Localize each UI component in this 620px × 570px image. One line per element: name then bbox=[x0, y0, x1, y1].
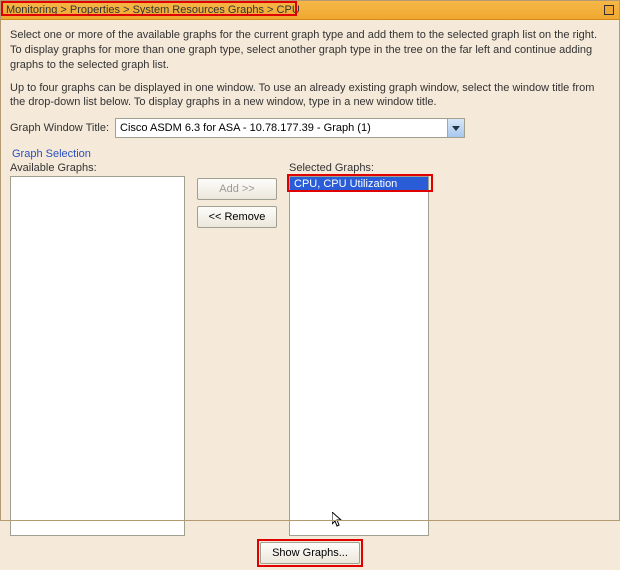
instruction-text-2: Up to four graphs can be displayed in on… bbox=[10, 81, 610, 111]
remove-button[interactable]: << Remove bbox=[197, 206, 277, 228]
selected-graphs-label: Selected Graphs: bbox=[289, 162, 429, 174]
chevron-down-icon[interactable] bbox=[447, 119, 464, 137]
list-item[interactable]: CPU, CPU Utilization bbox=[290, 177, 428, 191]
show-graphs-button[interactable]: Show Graphs... bbox=[260, 542, 360, 564]
breadcrumb: Monitoring > Properties > System Resourc… bbox=[6, 4, 300, 16]
selected-graphs-list[interactable]: CPU, CPU Utilization bbox=[289, 176, 429, 536]
graph-window-title-dropdown[interactable] bbox=[115, 118, 465, 138]
available-graphs-label: Available Graphs: bbox=[10, 162, 185, 174]
maximize-icon[interactable] bbox=[604, 5, 614, 15]
add-button[interactable]: Add >> bbox=[197, 178, 277, 200]
graph-window-title-input[interactable] bbox=[115, 118, 465, 138]
graph-window-title-label: Graph Window Title: bbox=[10, 122, 109, 134]
graph-selection-label: Graph Selection bbox=[12, 148, 610, 160]
available-graphs-list[interactable] bbox=[10, 176, 185, 536]
instruction-text-1: Select one or more of the available grap… bbox=[10, 28, 610, 73]
